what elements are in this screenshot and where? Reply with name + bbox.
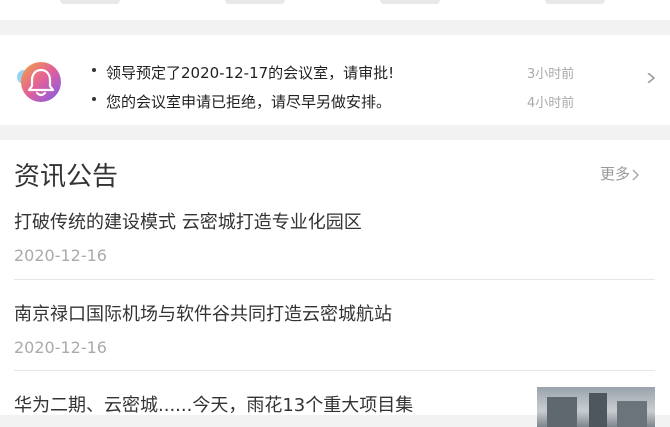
tab-fragment: [380, 0, 440, 4]
news-item[interactable]: 打破传统的建设模式 云密城打造专业化园区 2020-12-16: [14, 208, 654, 265]
notification-text: 领导预定了2020-12-17的会议室，请审批!: [106, 64, 395, 82]
chevron-right-icon[interactable]: [646, 73, 656, 83]
tab-fragment: [225, 0, 285, 4]
more-label: 更多: [600, 165, 631, 183]
bullet-dot: [92, 68, 96, 72]
chevron-right-icon: [632, 168, 640, 181]
bell-icon: [17, 62, 61, 102]
news-thumbnail[interactable]: [537, 387, 655, 427]
news-section-title: 资讯公告: [14, 162, 119, 192]
more-link[interactable]: 更多: [600, 163, 640, 184]
notification-card[interactable]: 领导预定了2020-12-17的会议室，请审批! 3小时前 您的会议室申请已拒绝…: [0, 35, 670, 125]
divider: [14, 370, 655, 371]
top-tab-strip: [0, 0, 670, 20]
notification-item[interactable]: 您的会议室申请已拒绝，请尽早另做安排。 4小时前: [92, 91, 612, 113]
news-item-title: 打破传统的建设模式 云密城打造专业化园区: [14, 212, 362, 233]
notification-item[interactable]: 领导预定了2020-12-17的会议室，请审批! 3小时前: [92, 62, 612, 84]
news-item[interactable]: 南京禄口国际机场与软件谷共同打造云密城航站 2020-12-16: [14, 300, 654, 357]
news-item-date: 2020-12-16: [14, 246, 107, 265]
tab-fragment: [60, 0, 120, 4]
notification-text: 您的会议室申请已拒绝，请尽早另做安排。: [106, 93, 392, 111]
news-item-date: 2020-12-16: [14, 338, 107, 357]
news-item-title: 南京禄口国际机场与软件谷共同打造云密城航站: [14, 304, 392, 325]
notification-time: 3小时前: [527, 67, 575, 82]
bullet-dot: [92, 97, 96, 101]
divider: [14, 279, 655, 280]
news-section: 资讯公告 更多 打破传统的建设模式 云密城打造专业化园区 2020-12-16 …: [0, 140, 670, 427]
tab-fragment: [545, 0, 605, 4]
notification-time: 4小时前: [527, 96, 575, 111]
